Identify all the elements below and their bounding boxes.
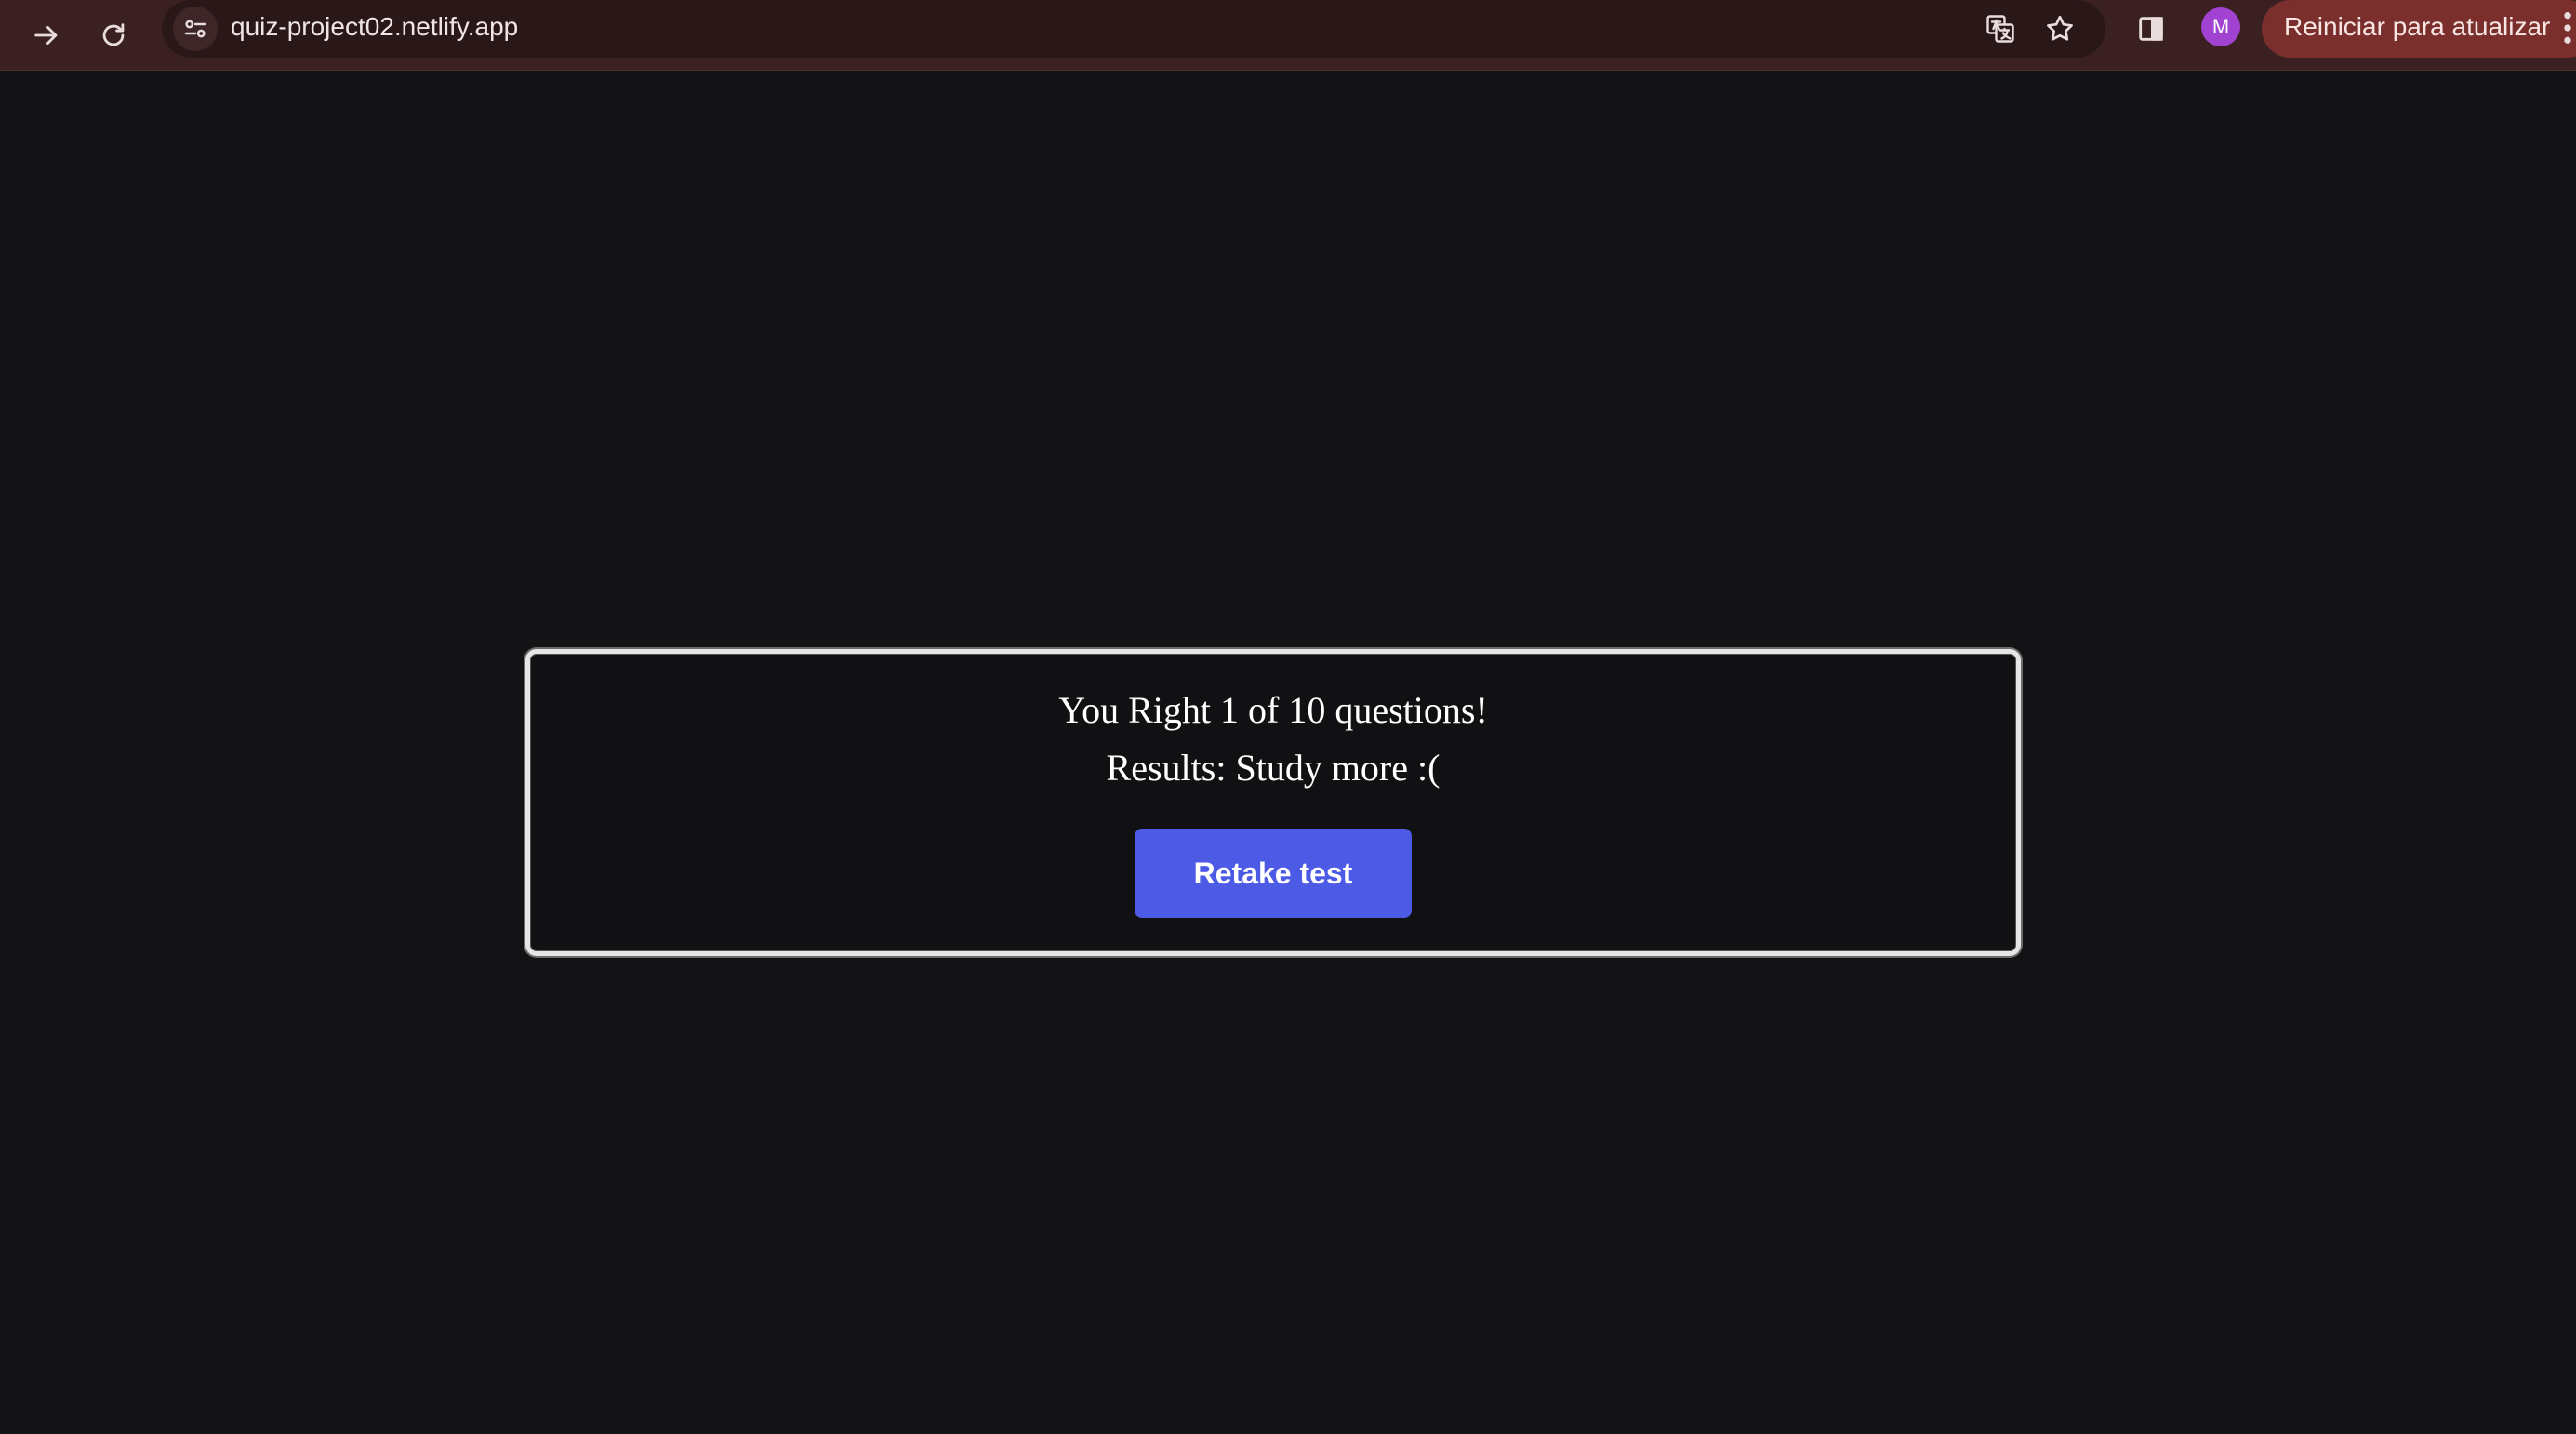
side-panel-button[interactable] — [2130, 7, 2172, 50]
forward-button[interactable] — [19, 7, 74, 63]
reload-icon — [102, 23, 125, 46]
site-info-icon — [184, 20, 206, 38]
site-info-button[interactable] — [173, 7, 218, 51]
forward-icon — [34, 26, 58, 45]
reload-button[interactable] — [86, 7, 141, 63]
browser-toolbar: quiz-project02.netlify.app M Reiniciar p… — [0, 0, 2576, 71]
translate-icon — [1986, 15, 2014, 43]
profile-avatar[interactable]: M — [2201, 7, 2240, 46]
bookmark-star-icon — [2047, 15, 2073, 41]
retake-test-button[interactable]: Retake test — [1135, 829, 1412, 918]
verdict-text: Results: Study more :( — [1106, 747, 1441, 789]
result-card: You Right 1 of 10 questions! Results: St… — [525, 649, 2021, 956]
score-text: You Right 1 of 10 questions! — [1058, 689, 1488, 731]
bookmark-button[interactable] — [2038, 7, 2081, 50]
address-bar[interactable]: quiz-project02.netlify.app — [162, 0, 2105, 58]
translate-button[interactable] — [1979, 7, 2022, 50]
restart-to-update-button[interactable]: Reiniciar para atualizar — [2262, 0, 2576, 58]
side-panel-icon — [2139, 17, 2163, 41]
url-text[interactable]: quiz-project02.netlify.app — [231, 0, 518, 54]
menu-icon[interactable] — [2559, 9, 2576, 46]
